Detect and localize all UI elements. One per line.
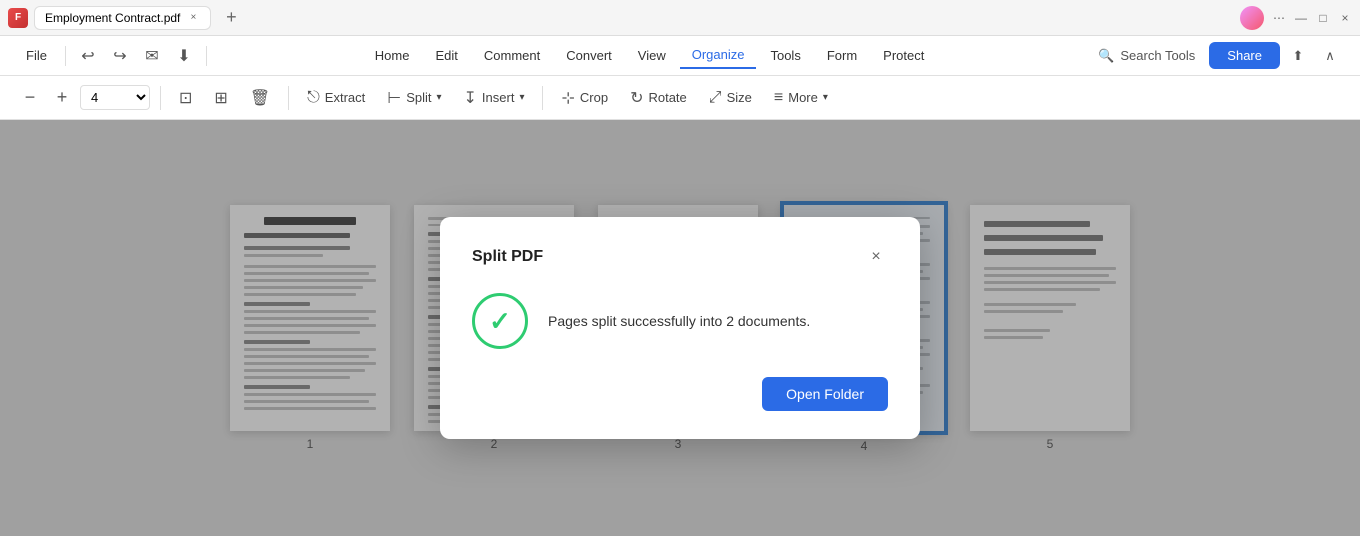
crop-label: Crop <box>580 90 608 105</box>
nav-convert[interactable]: Convert <box>554 43 624 68</box>
upload-button[interactable]: ⬆ <box>1284 42 1312 70</box>
nav-protect[interactable]: Protect <box>871 43 936 68</box>
split-label: Split <box>406 90 431 105</box>
extract-icon: ⎋ <box>307 89 320 107</box>
size-icon: ⤢ <box>709 89 722 107</box>
size-button[interactable]: ⤢ Size <box>701 84 760 112</box>
email-button[interactable]: ✉ <box>138 42 166 70</box>
toolbar: − + 4 1 2 3 5 ⊡ ⊞ 🗑 ⎋ Extract ⊢ Split ▾ … <box>0 76 1360 120</box>
modal-message: Pages split successfully into 2 document… <box>548 311 810 332</box>
zoom-select[interactable]: 4 1 2 3 5 <box>80 85 150 110</box>
crop-icon: ⊹ <box>561 88 574 108</box>
modal-close-button[interactable]: × <box>864 245 888 269</box>
share-button[interactable]: Share <box>1209 42 1280 69</box>
maximize-button[interactable]: □ <box>1316 11 1330 25</box>
title-bar: F Employment Contract.pdf × + ⋯ — □ × <box>0 0 1360 36</box>
modal-footer: Open Folder <box>472 377 888 411</box>
fit-width-icon: ⊞ <box>214 88 227 108</box>
extract-label: Extract <box>325 90 365 105</box>
more-chevron-icon: ▾ <box>823 92 828 103</box>
menu-bar: File ↩ ↪ ✉ ⬇ Home Edit Comment Convert V… <box>0 36 1360 76</box>
window-controls: ⋯ — □ × <box>1272 11 1352 25</box>
insert-label: Insert <box>482 90 515 105</box>
more-label: More <box>788 90 818 105</box>
app-icon: F <box>8 8 28 28</box>
size-label: Size <box>727 90 752 105</box>
fit-page-icon: ⊡ <box>179 88 192 108</box>
open-folder-button[interactable]: Open Folder <box>762 377 888 411</box>
insert-chevron-icon: ▾ <box>519 92 524 103</box>
more-button[interactable]: ≡ More ▾ <box>766 84 836 112</box>
search-tools-label: Search Tools <box>1120 48 1195 63</box>
nav-organize[interactable]: Organize <box>680 42 757 69</box>
nav-home[interactable]: Home <box>363 43 422 68</box>
nav-items: Home Edit Comment Convert View Organize … <box>215 42 1084 69</box>
delete-icon: 🗑 <box>250 88 270 108</box>
modal-body: ✓ Pages split successfully into 2 docume… <box>472 293 888 349</box>
nav-comment[interactable]: Comment <box>472 43 552 68</box>
menu-divider-1 <box>65 46 66 66</box>
collapse-button[interactable]: ∧ <box>1316 42 1344 70</box>
file-menu[interactable]: File <box>16 44 57 67</box>
tab-close-button[interactable]: × <box>186 11 200 25</box>
title-bar-right: ⋯ — □ × <box>1240 6 1352 30</box>
split-icon: ⊢ <box>387 88 401 108</box>
app-tab[interactable]: Employment Contract.pdf × <box>34 6 211 30</box>
modal: Split PDF × ✓ Pages split successfully i… <box>440 217 920 439</box>
toolbar-divider-2 <box>288 86 289 110</box>
modal-title: Split PDF <box>472 248 543 266</box>
avatar[interactable] <box>1240 6 1264 30</box>
crop-button[interactable]: ⊹ Crop <box>553 83 616 113</box>
tab-title: Employment Contract.pdf <box>45 11 180 25</box>
search-tools[interactable]: 🔍 Search Tools <box>1088 44 1205 68</box>
split-chevron-icon: ▾ <box>436 92 441 103</box>
fit-page-button[interactable]: ⊡ <box>171 83 200 113</box>
checkmark-icon: ✓ <box>489 306 511 337</box>
search-icon: 🔍 <box>1098 48 1114 64</box>
menu-divider-2 <box>206 46 207 66</box>
nav-edit[interactable]: Edit <box>423 43 469 68</box>
insert-icon: ↧ <box>464 88 477 108</box>
more-icon: ≡ <box>774 89 783 107</box>
toolbar-divider-1 <box>160 86 161 110</box>
download-button[interactable]: ⬇ <box>170 42 198 70</box>
main-content: 1 <box>0 120 1360 536</box>
undo-button[interactable]: ↩ <box>74 42 102 70</box>
zoom-in-button[interactable]: + <box>48 84 76 112</box>
success-icon: ✓ <box>472 293 528 349</box>
fit-width-button[interactable]: ⊞ <box>206 83 235 113</box>
delete-button[interactable]: 🗑 <box>242 83 278 113</box>
toolbar-divider-3 <box>542 86 543 110</box>
nav-form[interactable]: Form <box>815 43 869 68</box>
rotate-icon: ↻ <box>630 88 643 108</box>
nav-tools[interactable]: Tools <box>758 43 812 68</box>
extract-button[interactable]: ⎋ Extract <box>299 84 373 112</box>
zoom-control: − + 4 1 2 3 5 <box>16 84 150 112</box>
redo-button[interactable]: ↪ <box>106 42 134 70</box>
close-button[interactable]: × <box>1338 11 1352 25</box>
more-options-button[interactable]: ⋯ <box>1272 11 1286 25</box>
modal-header: Split PDF × <box>472 245 888 269</box>
rotate-button[interactable]: ↻ Rotate <box>622 83 695 113</box>
split-button[interactable]: ⊢ Split ▾ <box>379 83 449 113</box>
zoom-out-button[interactable]: − <box>16 84 44 112</box>
new-tab-button[interactable]: + <box>217 4 245 32</box>
rotate-label: Rotate <box>648 90 686 105</box>
nav-view[interactable]: View <box>626 43 678 68</box>
title-bar-left: F Employment Contract.pdf × + <box>8 4 1240 32</box>
minimize-button[interactable]: — <box>1294 11 1308 25</box>
modal-overlay: Split PDF × ✓ Pages split successfully i… <box>0 120 1360 536</box>
insert-button[interactable]: ↧ Insert ▾ <box>456 83 533 113</box>
